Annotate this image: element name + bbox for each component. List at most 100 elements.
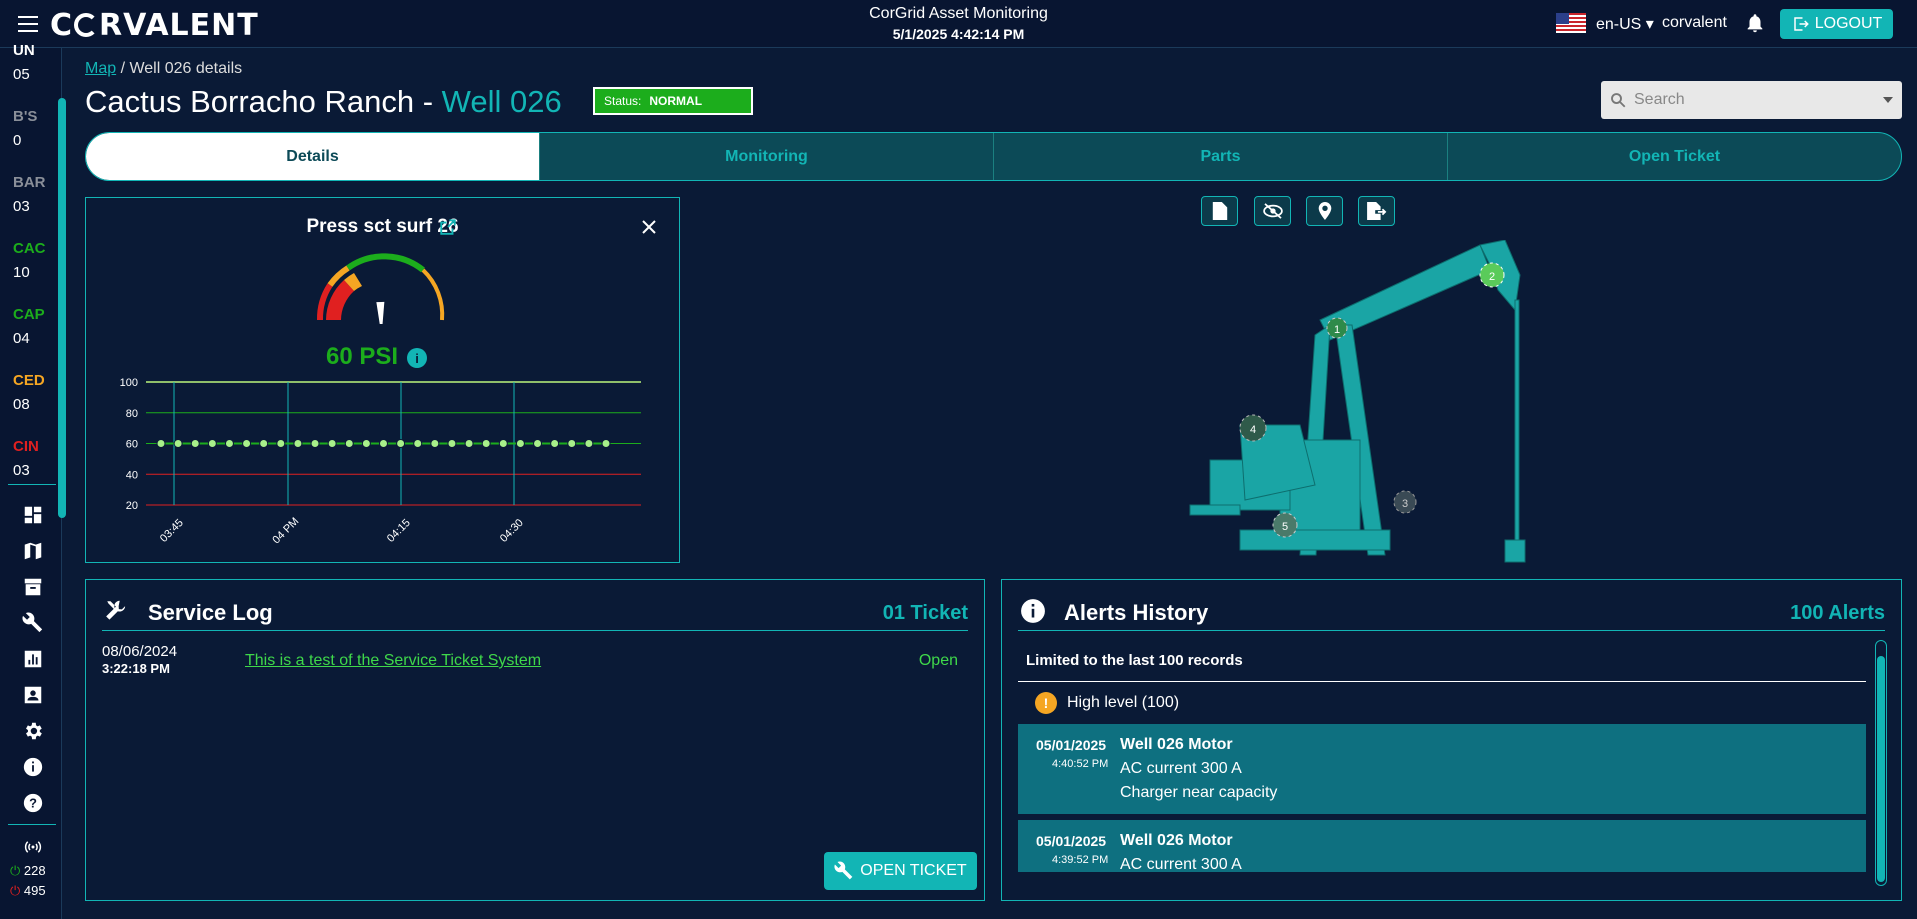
sidebar-item-code[interactable]: UN (13, 42, 35, 59)
pump-marker-5[interactable]: 5 (1282, 521, 1288, 533)
data-point (464, 439, 474, 448)
data-point (259, 439, 269, 448)
ticket-status: Open (918, 652, 958, 669)
signal-icon (24, 841, 42, 853)
data-point (601, 439, 611, 448)
sidebar-item-code[interactable]: B'S (13, 108, 37, 125)
alert-message: AC current 300 A (1120, 856, 1242, 873)
sidebar-item-code[interactable]: CAC (13, 240, 46, 257)
data-point (567, 439, 577, 448)
pressure-gauge (316, 253, 445, 324)
dashboard-icon[interactable] (22, 504, 44, 526)
chart-icon[interactable] (22, 648, 44, 670)
sidebar-item-code[interactable]: CIN (13, 438, 39, 455)
pump-marker-2[interactable]: 2 (1489, 271, 1495, 283)
tab-monitoring[interactable]: Monitoring (539, 133, 993, 180)
alerts-title: Alerts History (1064, 600, 1209, 625)
sidebar-item-count[interactable]: 03 (13, 198, 30, 215)
tab-open-ticket[interactable]: Open Ticket (1447, 133, 1901, 180)
data-point (396, 439, 406, 448)
close-icon[interactable] (641, 219, 657, 235)
x-tick-label: 03:45 (158, 517, 186, 545)
data-point (242, 439, 252, 448)
wrench-icon (834, 861, 853, 880)
power-online-icon: ⏻ (10, 863, 21, 878)
archive-icon[interactable] (22, 576, 44, 598)
map-icon[interactable] (22, 540, 44, 562)
gear-icon[interactable] (22, 720, 44, 742)
alert-row[interactable]: 05/01/2025 4:39:52 PM Well 026 Motor AC … (1018, 820, 1866, 873)
data-point (293, 439, 303, 448)
sidebar-item-count[interactable]: 0 (13, 132, 21, 149)
language-select[interactable]: en-US ▾ (1596, 14, 1654, 34)
data-point (584, 439, 594, 448)
tab-details[interactable]: Details (86, 133, 539, 180)
sidebar-item-count[interactable]: 08 (13, 396, 30, 413)
search-input[interactable]: Search (1601, 81, 1902, 119)
service-log-title: Service Log (148, 600, 273, 625)
document-icon[interactable] (1201, 196, 1238, 226)
data-point (515, 439, 525, 448)
pressure-chart: 20 40 60 80 100 03:45 04 PM 04:15 04:30 (120, 377, 641, 546)
data-point (173, 439, 183, 448)
alerts-count: 100 Alerts (1790, 602, 1885, 624)
alert-row[interactable]: 05/01/2025 4:40:52 PM Well 026 Motor AC … (1018, 724, 1866, 814)
svg-text:?: ? (29, 796, 37, 811)
alert-level-group[interactable]: High level (100) (1067, 694, 1179, 712)
pump-jack-illustration: 1 2 3 4 5 (1189, 240, 1526, 563)
ticket-link[interactable]: This is a test of the Service Ticket Sys… (245, 652, 541, 670)
online-count: ⏻ 228 (10, 863, 46, 878)
wrench-icon[interactable] (22, 612, 44, 634)
data-point (498, 439, 508, 448)
help-icon[interactable]: ? (22, 792, 44, 814)
sidebar-item-count[interactable]: 10 (13, 264, 30, 281)
contact-icon[interactable] (22, 684, 44, 706)
hide-icon[interactable] (1254, 196, 1291, 226)
sidebar-item-count[interactable]: 05 (13, 66, 30, 83)
divider (1018, 681, 1866, 682)
alert-detail: Charger near capacity (1120, 784, 1278, 801)
sidebar-item-count[interactable]: 04 (13, 330, 30, 347)
info-icon[interactable] (22, 756, 44, 778)
open-ticket-button[interactable]: OPEN TICKET (824, 852, 977, 890)
sidebar-item-code[interactable]: CED (13, 372, 45, 389)
info-icon[interactable]: i (407, 348, 427, 368)
ticket-time: 3:22:18 PM (102, 661, 170, 676)
logout-button[interactable]: LOGOUT (1780, 9, 1893, 39)
sidebar-scrollbar[interactable] (58, 98, 66, 518)
alerts-scrollbar-thumb[interactable] (1877, 656, 1885, 882)
alert-date: 05/01/2025 (1036, 737, 1107, 753)
pump-marker-3[interactable]: 3 (1402, 498, 1408, 510)
data-point (156, 439, 166, 448)
gauge-arc-normal (346, 253, 425, 273)
external-link-icon[interactable] (439, 218, 457, 236)
data-point (533, 439, 543, 448)
sidebar-item-code[interactable]: CAP (13, 306, 45, 323)
data-point (430, 439, 440, 448)
info-icon (1021, 599, 1045, 623)
corvalent-logo: C RVALENT (50, 8, 259, 43)
location-pin-icon[interactable] (1306, 196, 1343, 226)
menu-icon[interactable] (18, 16, 38, 32)
top-bar: C RVALENT CorGrid Asset Monitoring 5/1/20… (0, 0, 1917, 48)
x-tick-label: 04:15 (385, 517, 413, 545)
breadcrumb-map-link[interactable]: Map (85, 60, 116, 77)
chevron-down-icon[interactable] (1883, 97, 1893, 103)
sidebar-item-code[interactable]: BAR (13, 174, 46, 191)
search-placeholder: Search (1634, 91, 1685, 108)
breadcrumb: Map / Well 026 details (85, 60, 243, 77)
pressure-value: 60 PSI (326, 343, 399, 370)
export-icon[interactable] (1358, 196, 1395, 226)
open-ticket-label: OPEN TICKET (860, 862, 967, 879)
y-tick-label: 100 (120, 377, 138, 389)
alert-message: AC current 300 A (1120, 760, 1242, 777)
bell-icon[interactable] (1744, 12, 1766, 34)
sidebar-item-count[interactable]: 03 (13, 462, 30, 479)
pump-marker-1[interactable]: 1 (1334, 324, 1340, 336)
alert-time: 4:39:52 PM (1052, 854, 1109, 866)
tab-parts[interactable]: Parts (993, 133, 1447, 180)
data-point (344, 439, 354, 448)
pump-marker-4[interactable]: 4 (1250, 424, 1256, 436)
offline-count: ⏻ 495 (10, 883, 46, 898)
divider (1018, 630, 1885, 631)
